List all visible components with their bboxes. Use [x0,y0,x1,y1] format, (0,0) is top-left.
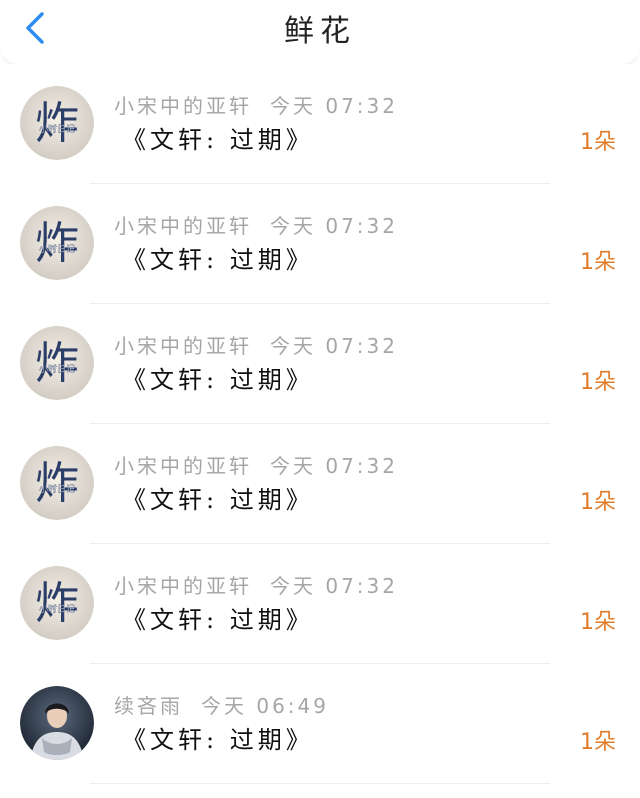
list-item[interactable]: 续吝雨 今天 06:49 《文轩: 过期》 1朵 [0,664,640,784]
svg-text:小时日记: 小时日记 [39,363,75,375]
avatar[interactable]: 炸 小时日记 [20,86,94,160]
avatar[interactable]: 炸 小时日记 [20,446,94,520]
timestamp: 今天 07:32 [270,94,398,118]
timestamp: 今天 07:32 [270,574,398,598]
svg-text:炸: 炸 [35,218,79,269]
flower-count: 1朵 [580,130,616,155]
user-photo-image [20,686,94,760]
flower-count: 1朵 [580,370,616,395]
page-title: 鲜花 [284,14,356,49]
avatar[interactable]: 炸 小时日记 [20,206,94,280]
svg-text:炸: 炸 [35,338,79,389]
username[interactable]: 小宋中的亚轩 [114,454,252,478]
flower-count: 1朵 [580,250,616,275]
timestamp: 今天 07:32 [270,334,398,358]
username[interactable]: 小宋中的亚轩 [114,334,252,358]
item-meta: 续吝雨 今天 06:49 [114,690,329,719]
svg-text:炸: 炸 [35,578,79,629]
item-meta: 小宋中的亚轩 今天 07:32 [114,210,398,239]
svg-text:炸: 炸 [35,458,79,509]
svg-text:小时日记: 小时日记 [39,123,75,135]
logo-avatar-image: 炸 小时日记 [20,86,94,160]
avatar[interactable]: 炸 小时日记 [20,326,94,400]
username[interactable]: 小宋中的亚轩 [114,574,252,598]
divider [90,783,550,784]
avatar[interactable] [20,686,94,760]
message-text: 《文轩: 过期》 [122,366,314,394]
logo-avatar-image: 炸 小时日记 [20,206,94,280]
message-text: 《文轩: 过期》 [122,606,314,634]
username[interactable]: 续吝雨 [114,694,183,718]
logo-avatar-image: 炸 小时日记 [20,566,94,640]
svg-text:小时日记: 小时日记 [39,483,75,495]
item-meta: 小宋中的亚轩 今天 07:32 [114,450,398,479]
flower-list: 炸 小时日记 小宋中的亚轩 今天 07:32 《文轩: 过期》 1朵 炸 小时日记… [0,64,640,784]
message-text: 《文轩: 过期》 [122,726,314,754]
message-text: 《文轩: 过期》 [122,126,314,154]
list-item[interactable]: 炸 小时日记 小宋中的亚轩 今天 07:32 《文轩: 过期》 1朵 [0,424,640,544]
item-meta: 小宋中的亚轩 今天 07:32 [114,330,398,359]
svg-text:小时日记: 小时日记 [39,243,75,255]
username[interactable]: 小宋中的亚轩 [114,214,252,238]
item-meta: 小宋中的亚轩 今天 07:32 [114,90,398,119]
flower-count: 1朵 [580,730,616,755]
message-text: 《文轩: 过期》 [122,246,314,274]
username[interactable]: 小宋中的亚轩 [114,94,252,118]
timestamp: 今天 06:49 [201,694,329,718]
logo-avatar-image: 炸 小时日记 [20,326,94,400]
list-item[interactable]: 炸 小时日记 小宋中的亚轩 今天 07:32 《文轩: 过期》 1朵 [0,304,640,424]
timestamp: 今天 07:32 [270,454,398,478]
item-meta: 小宋中的亚轩 今天 07:32 [114,570,398,599]
flower-count: 1朵 [580,610,616,635]
list-item[interactable]: 炸 小时日记 小宋中的亚轩 今天 07:32 《文轩: 过期》 1朵 [0,184,640,304]
avatar[interactable]: 炸 小时日记 [20,566,94,640]
svg-text:炸: 炸 [35,98,79,149]
flower-count: 1朵 [580,490,616,515]
message-text: 《文轩: 过期》 [122,486,314,514]
top-bar: 鲜花 [0,0,640,65]
svg-text:小时日记: 小时日记 [39,603,75,615]
timestamp: 今天 07:32 [270,214,398,238]
logo-avatar-image: 炸 小时日记 [20,446,94,520]
list-item[interactable]: 炸 小时日记 小宋中的亚轩 今天 07:32 《文轩: 过期》 1朵 [0,544,640,664]
list-item[interactable]: 炸 小时日记 小宋中的亚轩 今天 07:32 《文轩: 过期》 1朵 [0,64,640,184]
